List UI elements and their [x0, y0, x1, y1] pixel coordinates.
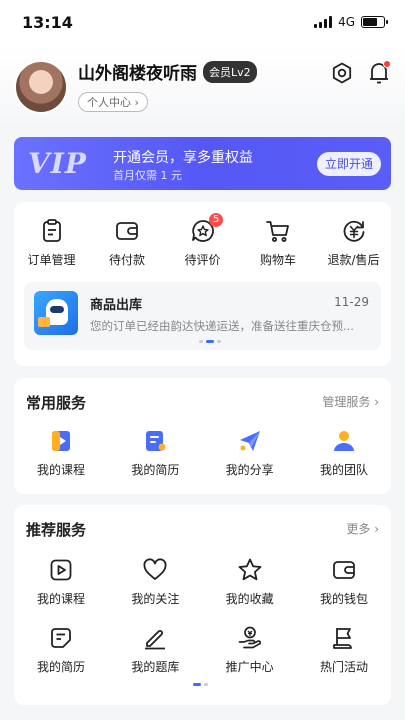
refund-button[interactable]: 退款/售后	[316, 218, 391, 268]
rec-promotion-button[interactable]: 推广中心	[203, 625, 297, 675]
network-type: 4G	[338, 15, 355, 29]
status-bar: 13:14 4G	[0, 0, 405, 46]
promo-hand-icon	[238, 626, 261, 649]
common-team-label: 我的团队	[319, 463, 368, 477]
rec-course-label: 我的课程	[36, 592, 85, 606]
common-share-label: 我的分享	[225, 463, 274, 477]
review-count-badge: 5	[209, 213, 223, 227]
notification-bell-icon[interactable]	[367, 60, 391, 86]
recommended-services-title: 推荐服务	[26, 521, 87, 539]
orders-card: 订单管理 待付款 5 待评价 购物车 退款/售后 商品出库 11-29 您的订单…	[14, 202, 391, 366]
common-team-button[interactable]: 我的团队	[297, 428, 391, 478]
manage-services-link[interactable]: 管理服务 ›	[322, 393, 379, 410]
rec-resume-label: 我的简历	[36, 660, 85, 674]
recommended-services-card: 推荐服务 更多 › 我的课程 我的关注 我的收藏 我的钱包 我的简历 我的题库 …	[14, 505, 391, 705]
rec-favorites-button[interactable]: 我的收藏	[203, 557, 297, 607]
order-manage-label: 订单管理	[27, 253, 76, 267]
heart-icon	[143, 558, 167, 580]
more-services-link[interactable]: 更多 ›	[346, 520, 379, 537]
profile-header: 山外阁楼夜听雨 会员Lv2 个人中心 ›	[0, 46, 405, 130]
rec-follow-button[interactable]: 我的关注	[108, 557, 202, 607]
logistics-date: 11-29	[334, 295, 369, 309]
common-course-label: 我的课程	[36, 463, 85, 477]
common-services-title: 常用服务	[26, 394, 87, 412]
wallet-icon	[333, 561, 355, 579]
personal-center-link[interactable]: 个人中心 ›	[78, 92, 148, 112]
clipboard-icon	[42, 219, 61, 242]
common-resume-label: 我的简历	[131, 463, 180, 477]
rec-promotion-label: 推广中心	[225, 660, 274, 674]
refund-label: 退款/售后	[327, 253, 380, 267]
status-time: 13:14	[22, 13, 73, 32]
resume-icon	[146, 431, 166, 451]
cart-button[interactable]: 购物车	[241, 218, 316, 268]
pending-payment-button[interactable]: 待付款	[90, 218, 165, 268]
username: 山外阁楼夜听雨	[78, 64, 197, 84]
signal-icon	[314, 16, 333, 28]
common-resume-button[interactable]: 我的简历	[108, 428, 202, 478]
rec-wallet-label: 我的钱包	[319, 592, 368, 606]
share-plane-icon	[239, 431, 260, 451]
pending-review-label: 待评价	[184, 253, 221, 267]
status-indicators: 4G	[314, 15, 388, 29]
pending-review-button[interactable]: 5 待评价	[165, 213, 240, 268]
notification-dot	[383, 60, 391, 68]
pending-payment-label: 待付款	[108, 253, 145, 267]
open-vip-button[interactable]: 立即开通	[317, 152, 381, 176]
common-share-button[interactable]: 我的分享	[203, 428, 297, 478]
settings-icon[interactable]	[330, 61, 354, 85]
recommended-row-2: 我的简历 我的题库 推广中心 热门活动	[14, 625, 391, 675]
course-icon	[52, 431, 70, 451]
order-manage-button[interactable]: 订单管理	[14, 218, 89, 268]
avatar[interactable]	[14, 60, 68, 114]
cart-label: 购物车	[259, 253, 296, 267]
logistics-pager	[199, 340, 221, 343]
rec-events-button[interactable]: 热门活动	[297, 625, 391, 675]
pen-icon	[145, 630, 166, 650]
refund-icon	[343, 220, 364, 242]
cart-icon	[266, 221, 289, 242]
rec-favorites-label: 我的收藏	[225, 592, 274, 606]
recommended-row-1: 我的课程 我的关注 我的收藏 我的钱包	[14, 557, 391, 607]
logistics-title: 商品出库	[90, 298, 143, 313]
wallet-icon	[116, 222, 138, 240]
common-services-grid: 我的课程 我的简历 我的分享 我的团队	[14, 428, 391, 478]
play-icon	[50, 559, 72, 581]
rec-resume-button[interactable]: 我的简历	[14, 625, 108, 675]
resume-icon	[51, 628, 71, 648]
order-shortcuts: 订单管理 待付款 5 待评价 购物车 退款/售后	[14, 202, 391, 268]
vip-subtitle: 首月仅需 1 元	[113, 169, 182, 182]
logistics-text: 您的订单已经由韵达快递运送，准备送往重庆仓预...	[90, 319, 354, 333]
rec-question-bank-label: 我的题库	[131, 660, 180, 674]
member-level-badge[interactable]: 会员Lv2	[203, 61, 257, 83]
flag-icon	[333, 628, 352, 649]
rec-course-button[interactable]: 我的课程	[14, 557, 108, 607]
vip-banner[interactable]: VIP 开通会员，享多重权益 首月仅需 1 元 立即开通	[14, 137, 391, 190]
common-services-card: 常用服务 管理服务 › 我的课程 我的简历 我的分享 我的团队	[14, 378, 391, 494]
star-icon	[238, 558, 262, 581]
common-course-button[interactable]: 我的课程	[14, 428, 108, 478]
recommended-pager	[193, 683, 208, 686]
vip-logo: VIP	[28, 147, 87, 180]
rec-follow-label: 我的关注	[131, 592, 180, 606]
rec-question-bank-button[interactable]: 我的题库	[108, 625, 202, 675]
battery-icon	[361, 16, 388, 28]
delivery-mascot-image	[34, 291, 78, 335]
vip-title: 开通会员，享多重权益	[113, 150, 253, 166]
rec-wallet-button[interactable]: 我的钱包	[297, 557, 391, 607]
rec-events-label: 热门活动	[319, 660, 368, 674]
team-icon	[333, 431, 354, 451]
logistics-notice[interactable]: 商品出库 11-29 您的订单已经由韵达快递运送，准备送往重庆仓预...	[24, 282, 381, 350]
